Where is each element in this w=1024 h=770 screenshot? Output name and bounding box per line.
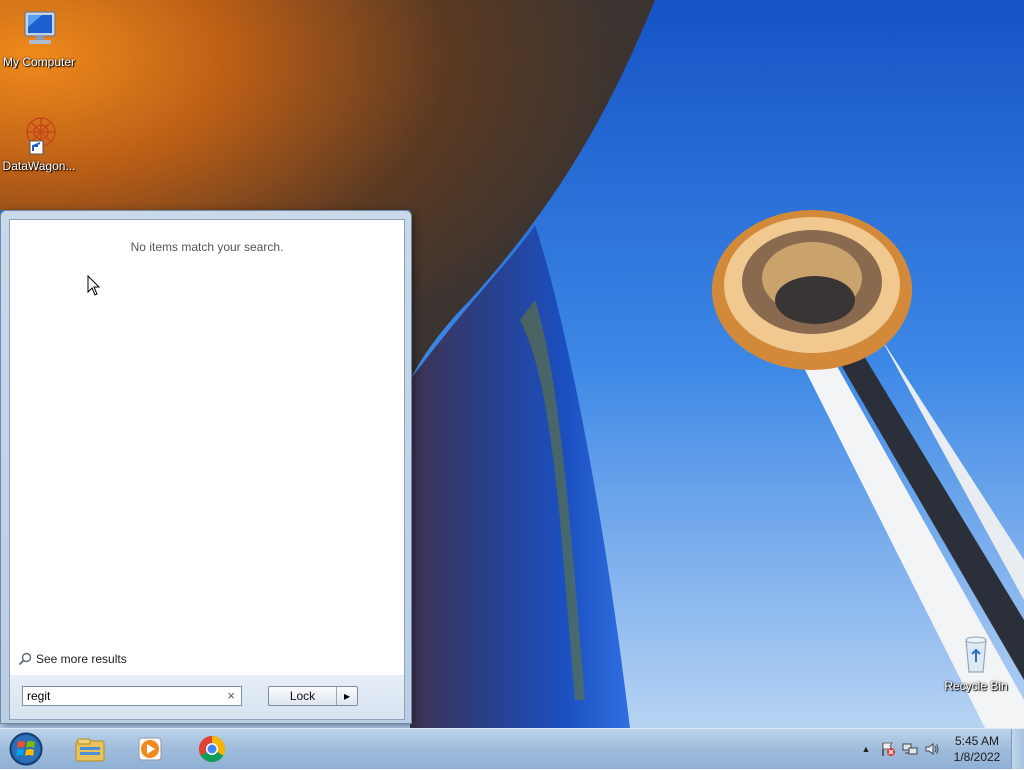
search-results-pane: No items match your search. See more res… [9, 219, 405, 677]
windows-orb-icon [9, 732, 43, 766]
taskbar: ▲ 5:45 AM 1/8/2022 [0, 728, 1024, 769]
clock-time: 5:45 AM [954, 734, 1000, 748]
no-results-message: No items match your search. [130, 240, 284, 254]
shutdown-options-arrow-icon[interactable]: ▸ [336, 687, 357, 705]
system-tray: ▲ 5:45 AM 1/8/2022 [855, 729, 1024, 769]
mouse-pointer-icon [87, 275, 101, 296]
action-center-flag-icon[interactable] [877, 729, 899, 769]
desktop-icon-recycle-bin[interactable]: Recycle Bin [938, 632, 1014, 693]
lock-button[interactable]: Lock [269, 687, 336, 705]
desktop-icon-label: DataWagon... [2, 159, 76, 173]
see-more-results-link[interactable]: See more results [18, 652, 127, 666]
desktop-icon-datawagon[interactable]: DataWagon... [1, 112, 77, 173]
desktop-icon-my-computer[interactable]: My Computer [1, 8, 77, 69]
network-icon[interactable] [899, 729, 921, 769]
volume-icon[interactable] [921, 729, 943, 769]
taskbar-clock[interactable]: 5:45 AM 1/8/2022 [943, 733, 1011, 765]
media-player-icon [138, 737, 162, 761]
desktop-icon-label: Recycle Bin [944, 679, 1008, 693]
recycle-bin-icon [965, 636, 987, 673]
chrome-icon [198, 735, 226, 763]
see-more-results-label: See more results [36, 652, 127, 666]
clear-search-icon[interactable]: × [227, 688, 235, 703]
taskbar-media-player-button[interactable] [124, 731, 176, 767]
desktop-icon-label: My Computer [2, 55, 76, 69]
computer-icon [24, 11, 56, 44]
start-menu-footer: × Lock ▸ [9, 675, 405, 720]
show-hidden-icons-button[interactable]: ▲ [855, 729, 877, 769]
datawagon-shortcut-icon [26, 117, 56, 155]
taskbar-chrome-button[interactable] [186, 731, 238, 767]
lock-button-group: Lock ▸ [268, 686, 358, 706]
start-search-box[interactable]: × [22, 686, 242, 706]
show-desktop-button[interactable] [1011, 729, 1024, 769]
start-search-input[interactable] [27, 688, 217, 704]
folder-icon [75, 738, 105, 762]
start-button[interactable] [7, 731, 45, 767]
taskbar-explorer-button[interactable] [64, 731, 116, 767]
magnifier-icon [18, 652, 32, 666]
start-menu: No items match your search. See more res… [0, 210, 412, 724]
clock-date: 1/8/2022 [953, 750, 1001, 764]
